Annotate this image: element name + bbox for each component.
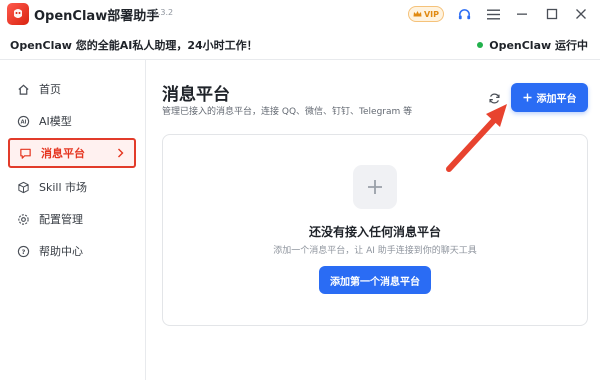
service-status: OpenClaw 运行中 bbox=[477, 37, 588, 53]
empty-plus-icon bbox=[353, 165, 397, 209]
sidebar-item-label: 首页 bbox=[39, 83, 61, 96]
minimize-icon[interactable] bbox=[513, 5, 531, 23]
vip-label: VIP bbox=[423, 9, 440, 19]
sidebar-item-label: 配置管理 bbox=[39, 213, 83, 226]
page-title: 消息平台 bbox=[162, 85, 230, 105]
empty-state-description: 添加一个消息平台，让 AI 助手连接到你的聊天工具 bbox=[273, 246, 477, 256]
empty-state-title: 还没有接入任何消息平台 bbox=[308, 225, 441, 239]
main-content: 消息平台 管理已接入的消息平台，连接 QQ、微信、钉钉、Telegram 等 添… bbox=[146, 60, 600, 380]
add-first-platform-button[interactable]: 添加第一个消息平台 bbox=[319, 266, 431, 294]
sidebar-item-home[interactable]: 首页 bbox=[8, 74, 136, 104]
refresh-button[interactable] bbox=[486, 90, 502, 106]
vip-button[interactable]: VIP bbox=[408, 6, 444, 22]
refresh-icon bbox=[488, 93, 500, 103]
help-icon: ? bbox=[16, 244, 30, 258]
sidebar-item-label: 帮助中心 bbox=[39, 245, 83, 258]
cube-icon bbox=[16, 180, 30, 194]
crown-icon bbox=[413, 11, 422, 17]
home-icon bbox=[16, 82, 30, 96]
ai-icon: AI bbox=[16, 114, 30, 128]
sidebar-item-message-platform[interactable]: 消息平台 bbox=[8, 138, 136, 168]
status-dot-icon bbox=[477, 42, 484, 48]
sidebar-item-label: 消息平台 bbox=[41, 147, 85, 160]
title-bar: OpenClaw部署助手 v1.3.2 VIP bbox=[0, 0, 600, 28]
sidebar-item-help[interactable]: ? 帮助中心 bbox=[8, 236, 136, 266]
app-title: OpenClaw部署助手 bbox=[34, 9, 160, 24]
sidebar: 首页 AI AI模型 消息平台 Skill 市场 配置管理 ? 帮助中心 bbox=[0, 60, 146, 380]
svg-text:AI: AI bbox=[20, 119, 26, 125]
sidebar-item-ai-model[interactable]: AI AI模型 bbox=[8, 106, 136, 136]
gear-icon bbox=[16, 212, 30, 226]
menu-icon[interactable] bbox=[484, 5, 502, 23]
message-icon bbox=[18, 146, 32, 160]
sidebar-item-skill-market[interactable]: Skill 市场 bbox=[8, 172, 136, 202]
maximize-icon[interactable] bbox=[543, 5, 561, 23]
sidebar-item-config[interactable]: 配置管理 bbox=[8, 204, 136, 234]
sidebar-item-label: Skill 市场 bbox=[39, 181, 88, 194]
chevron-right-icon bbox=[117, 148, 124, 161]
app-logo-icon bbox=[7, 3, 29, 25]
plus-icon bbox=[523, 93, 531, 102]
status-text: OpenClaw 运行中 bbox=[489, 39, 588, 52]
empty-state-card: 还没有接入任何消息平台 添加一个消息平台，让 AI 助手连接到你的聊天工具 添加… bbox=[162, 134, 588, 326]
page-description: 管理已接入的消息平台，连接 QQ、微信、钉钉、Telegram 等 bbox=[162, 107, 413, 117]
subheader-bar: OpenClaw 您的全能AI私人助理，24小时工作！ OpenClaw 运行中 bbox=[0, 28, 600, 60]
app-version: v1.3.2 bbox=[148, 8, 174, 17]
close-icon[interactable] bbox=[572, 5, 590, 23]
headset-icon[interactable] bbox=[455, 5, 473, 23]
tagline: OpenClaw 您的全能AI私人助理，24小时工作！ bbox=[10, 39, 258, 52]
add-platform-button[interactable]: 添加平台 bbox=[511, 83, 588, 112]
svg-text:?: ? bbox=[21, 247, 25, 255]
add-platform-label: 添加平台 bbox=[536, 94, 577, 105]
sidebar-item-label: AI模型 bbox=[39, 115, 72, 128]
